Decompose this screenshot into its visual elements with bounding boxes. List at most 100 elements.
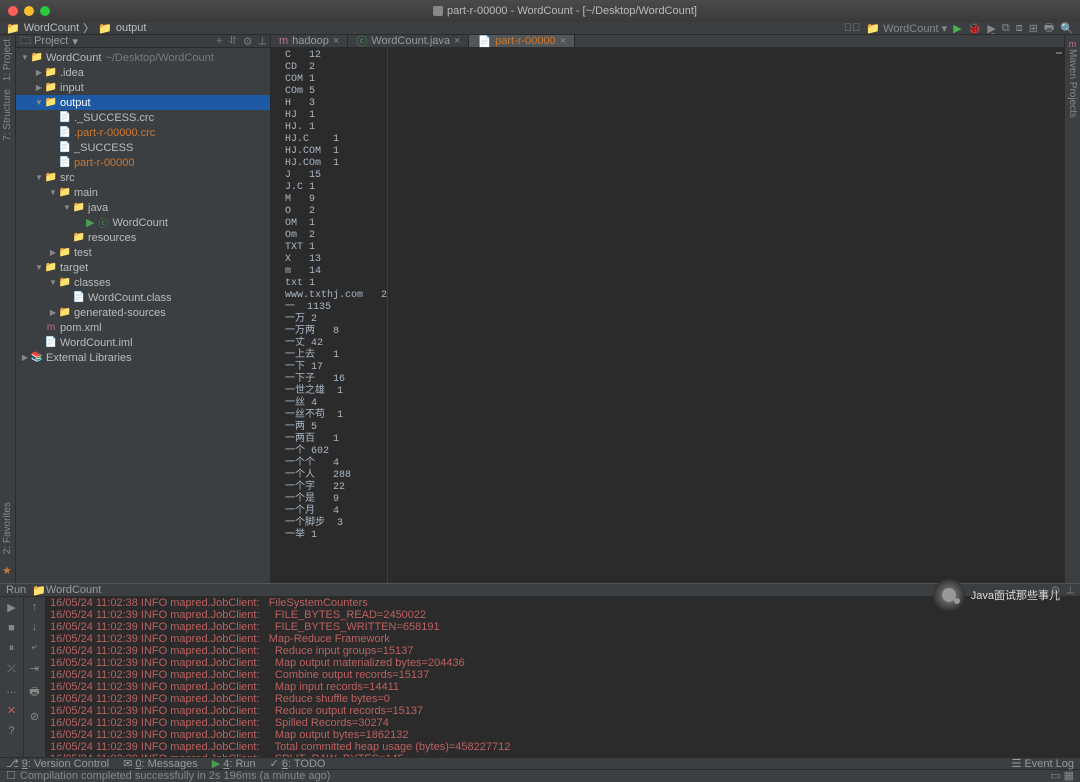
editor-tab[interactable]: 📄part-r-00000× [469,35,575,47]
expand-icon[interactable] [34,263,44,272]
tree-row[interactable]: 📄_SUCCESS [16,140,270,155]
tree-row[interactable]: 📄WordCount.class [16,290,270,305]
tree-row[interactable]: 📁generated-sources [16,305,270,320]
editor-content[interactable]: C 12 CD 2 COM 1 COm 5 H 3 HJ 1 HJ. 1 HJ.… [271,48,387,583]
statusbar-item[interactable]: ✓6: TODO [270,757,326,770]
tree-row[interactable]: 📁resources [16,230,270,245]
down-button[interactable]: ↓ [32,621,38,633]
print-button[interactable]: 🖶 [29,683,39,702]
expand-icon[interactable] [34,98,44,107]
expand-icon[interactable] [48,308,58,317]
breadcrumb-seg[interactable]: output [116,22,147,34]
hide-icon[interactable]: ⟂ [259,35,266,48]
tree-label: WordCount [46,52,101,64]
tree-row[interactable]: 📄WordCount.iml [16,335,270,350]
tools2-icon[interactable]: ⧈ [1016,22,1023,35]
tree-row[interactable]: 📁java [16,200,270,215]
scroll-end-button[interactable]: ⇥ [30,662,39,675]
breadcrumb-root[interactable]: WordCount [24,22,79,34]
tree-row[interactable]: 📁input [16,80,270,95]
run-button[interactable]: ▶ [953,22,961,35]
tree-row[interactable]: 📁WordCount~/Desktop/WordCount [16,50,270,65]
minimize-icon[interactable] [24,6,34,16]
up-button[interactable]: ↑ [32,601,38,613]
maven-icon[interactable]: m [1069,39,1077,49]
stop-button[interactable]: ■ [8,622,15,634]
file-icon: 📁 [72,232,86,243]
editor-tab[interactable]: ⓒWordCount.java× [348,35,469,47]
tree-row[interactable]: 📁.idea [16,65,270,80]
tools-icon[interactable]: ⧉ [1002,22,1010,35]
expand-icon[interactable] [34,83,44,92]
close-icon[interactable]: × [454,35,460,47]
editor[interactable]: C 12 CD 2 COM 1 COm 5 H 3 HJ 1 HJ. 1 HJ.… [271,48,1064,583]
editor-tabs: mhadoop×ⓒWordCount.java×📄part-r-00000× [271,35,1064,48]
tree-label: output [60,97,91,109]
expand-icon[interactable] [20,53,30,62]
expand-icon[interactable] [48,248,58,257]
wrap-button[interactable]: ⤶ [31,641,37,654]
help-icon[interactable]: ? [8,725,14,737]
pause-button[interactable]: ⏸ [9,642,15,655]
expand-icon[interactable] [48,278,58,287]
status-right[interactable]: ▭ ▦ [1050,769,1074,782]
log-line: 16/05/24 11:02:39 INFO mapred.JobClient:… [50,681,1076,693]
tools3-icon[interactable]: ⊞ [1029,22,1038,35]
statusbar-item[interactable]: ✉0: Messages [123,757,198,770]
close-icon[interactable] [8,6,18,16]
file-icon: m [279,35,288,47]
run-config-dropdown[interactable]: 📁 WordCount ▾ [866,22,947,35]
expand-icon[interactable] [48,188,58,197]
expand-icon[interactable] [62,203,72,212]
tree-row[interactable]: 📄.part-r-00000.crc [16,125,270,140]
editor-scrollbar[interactable] [1056,48,1062,583]
tree-row[interactable]: 📚External Libraries [16,350,270,365]
tree-row[interactable]: 📄._SUCCESS.crc [16,110,270,125]
search-icon[interactable]: 🔍 [1060,22,1074,35]
editor-tab[interactable]: mhadoop× [271,35,348,47]
file-icon [433,6,443,16]
tree-row[interactable]: 📁main [16,185,270,200]
zoom-icon[interactable] [40,6,50,16]
tree-row[interactable]: 📁output [16,95,270,110]
tree-label: main [74,187,98,199]
star-icon[interactable]: ★ [2,564,13,577]
scroll-to-source-icon[interactable]: ⌖ [216,35,222,48]
tab-favorites[interactable]: 2: Favorites [2,502,13,554]
expand-icon[interactable]: ⥯ [229,35,237,48]
rerun-button[interactable]: ▶ [7,601,15,614]
clear-button[interactable]: ⊘ [30,710,39,723]
expand-icon[interactable] [20,353,30,362]
back-button[interactable]: ◀⃞ [844,22,861,34]
hide-icon[interactable]: ⟂ [1067,584,1074,597]
more-button[interactable]: … [6,684,17,696]
status-message-icon: ☐ [6,769,16,782]
tree-row[interactable]: ▶ⓒWordCount [16,215,270,230]
tab-structure[interactable]: 7: Structure [2,89,13,141]
expand-icon[interactable] [34,68,44,77]
statusbar-item[interactable]: ⎇9: Version Control [6,757,109,770]
close-icon[interactable]: × [333,35,339,47]
tab-maven-projects[interactable]: Maven Projects [1067,49,1078,118]
chevron-down-icon[interactable]: ▾ [72,35,78,48]
tree-row[interactable]: 📄part-r-00000 [16,155,270,170]
tab-project[interactable]: 1: Project [2,39,13,81]
expand-icon[interactable] [34,173,44,182]
tree-row[interactable]: 📁src [16,170,270,185]
tree-row[interactable]: mpom.xml [16,320,270,335]
log-line: 16/05/24 11:02:39 INFO mapred.JobClient:… [50,705,1076,717]
close-icon[interactable]: × [560,35,566,47]
exit-button[interactable]: ⤫ [7,663,16,676]
statusbar-item[interactable]: ▶4: Run [212,757,256,770]
debug-button[interactable]: 🐞 [968,22,982,35]
console-output[interactable]: 16/05/24 11:02:38 INFO mapred.JobClient:… [46,597,1080,757]
close-button[interactable]: ✕ [7,704,16,717]
gear-icon[interactable]: ⚙ [243,35,253,48]
run-tool-title: Run [6,584,26,596]
tree-row[interactable]: 📁classes [16,275,270,290]
tree-row[interactable]: 📁target [16,260,270,275]
file-icon: 📁 [58,277,72,288]
tree-row[interactable]: 📁test [16,245,270,260]
project-icon: 📁 [6,22,20,35]
coverage-button[interactable]: ▶̤ [987,22,995,35]
